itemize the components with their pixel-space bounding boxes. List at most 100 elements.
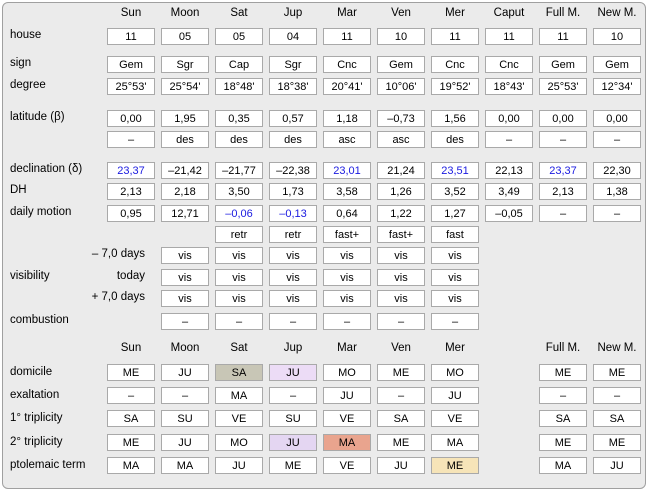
- cell-lat-dir-new-m: –: [593, 131, 641, 148]
- dignity-triplicity1-mar: VE: [323, 410, 371, 427]
- dignity-exaltation-mar: JU: [323, 387, 371, 404]
- dignity-label-domicile: domicile: [10, 366, 53, 378]
- column-header-mer: Mer: [445, 7, 465, 19]
- cell-daily-motion-full-m: –: [539, 205, 587, 222]
- dignity-triplicity2-full-m: ME: [539, 434, 587, 451]
- cell-lat-dir-moon: des: [161, 131, 209, 148]
- dignity-domicile-mer: MO: [431, 364, 479, 381]
- column-header-full-m: Full M.: [545, 7, 581, 19]
- cell-lat-dir-caput: –: [485, 131, 533, 148]
- column-header-ven: Ven: [391, 7, 411, 19]
- cell-combustion-mar: –: [323, 313, 371, 330]
- cell-degree-sun: 25°53': [107, 78, 155, 95]
- cell-combustion-moon: –: [161, 313, 209, 330]
- cell-latitude-sat: 0,35: [215, 110, 263, 127]
- cell-sign-ven: Gem: [377, 56, 425, 73]
- cell-declination-ven: 21,24: [377, 162, 425, 179]
- visibility-sublabel-0: – 7,0 days: [91, 248, 145, 260]
- dignity-triplicity2-ven: ME: [377, 434, 425, 451]
- dignity-domicile-sun: ME: [107, 364, 155, 381]
- row-label-sign: sign: [10, 57, 32, 69]
- dignity-triplicity1-jup: SU: [269, 410, 317, 427]
- cell-daily-motion-sun: 0,95: [107, 205, 155, 222]
- cell-motion-state-sat: retr: [215, 226, 263, 243]
- cell-sign-sun: Gem: [107, 56, 155, 73]
- cell-latitude-full-m: 0,00: [539, 110, 587, 127]
- cell-vis-plus-sat: vis: [215, 290, 263, 307]
- dignity-triplicity2-new-m: ME: [593, 434, 641, 451]
- cell-sign-full-m: Gem: [539, 56, 587, 73]
- row-label-latitude: latitude (β): [10, 111, 65, 123]
- cell-house-mer: 11: [431, 28, 479, 45]
- cell-vis-today-moon: vis: [161, 269, 209, 286]
- dignity-term-new-m: JU: [593, 457, 641, 474]
- cell-vis-plus-moon: vis: [161, 290, 209, 307]
- dignity-term-mar: VE: [323, 457, 371, 474]
- cell-lat-dir-full-m: –: [539, 131, 587, 148]
- cell-dh-new-m: 1,38: [593, 183, 641, 200]
- dignity-triplicity1-new-m: SA: [593, 410, 641, 427]
- dignity-label-triplicity2: 2° triplicity: [10, 436, 63, 448]
- cell-vis-plus-jup: vis: [269, 290, 317, 307]
- visibility-sublabel-1: today: [116, 270, 145, 282]
- cell-degree-ven: 10°06': [377, 78, 425, 95]
- cell-declination-moon: –21,42: [161, 162, 209, 179]
- cell-latitude-moon: 1,95: [161, 110, 209, 127]
- cell-house-sun: 11: [107, 28, 155, 45]
- cell-dh-sun: 2,13: [107, 183, 155, 200]
- dignity-triplicity2-sun: ME: [107, 434, 155, 451]
- cell-latitude-jup: 0,57: [269, 110, 317, 127]
- dignity-term-full-m: MA: [539, 457, 587, 474]
- cell-vis-minus-moon: vis: [161, 247, 209, 264]
- cell-sign-sat: Cap: [215, 56, 263, 73]
- dignity-exaltation-jup: –: [269, 387, 317, 404]
- cell-daily-motion-caput: –0,05: [485, 205, 533, 222]
- dignity-exaltation-moon: –: [161, 387, 209, 404]
- cell-declination-mar: 23,01: [323, 162, 371, 179]
- cell-house-full-m: 11: [539, 28, 587, 45]
- cell-dh-moon: 2,18: [161, 183, 209, 200]
- cell-lat-dir-mar: asc: [323, 131, 371, 148]
- cell-latitude-new-m: 0,00: [593, 110, 641, 127]
- cell-lat-dir-mer: des: [431, 131, 479, 148]
- cell-combustion-ven: –: [377, 313, 425, 330]
- cell-vis-minus-mar: vis: [323, 247, 371, 264]
- cell-vis-minus-sat: vis: [215, 247, 263, 264]
- column-header-sat: Sat: [230, 7, 248, 19]
- cell-degree-jup: 18°38': [269, 78, 317, 95]
- dignity-exaltation-sun: –: [107, 387, 155, 404]
- column-header-mar: Mar: [337, 7, 357, 19]
- cell-vis-minus-ven: vis: [377, 247, 425, 264]
- dignity-domicile-moon: JU: [161, 364, 209, 381]
- dignity-domicile-ven: ME: [377, 364, 425, 381]
- cell-declination-jup: –22,38: [269, 162, 317, 179]
- dignity-triplicity1-sun: SA: [107, 410, 155, 427]
- dignity-domicile-new-m: ME: [593, 364, 641, 381]
- dignity-term-ven: JU: [377, 457, 425, 474]
- cell-degree-full-m: 25°53': [539, 78, 587, 95]
- dignity-header-jup: Jup: [283, 342, 303, 354]
- cell-vis-today-sat: vis: [215, 269, 263, 286]
- dignity-triplicity1-full-m: SA: [539, 410, 587, 427]
- cell-vis-minus-jup: vis: [269, 247, 317, 264]
- column-header-new-m: New M.: [597, 7, 637, 19]
- dignity-header-mer: Mer: [445, 342, 465, 354]
- dignity-header-moon: Moon: [170, 342, 200, 354]
- dignity-domicile-mar: MO: [323, 364, 371, 381]
- column-header-moon: Moon: [170, 7, 200, 19]
- dignity-exaltation-sat: MA: [215, 387, 263, 404]
- cell-combustion-jup: –: [269, 313, 317, 330]
- dignity-label-triplicity1: 1° triplicity: [10, 412, 63, 424]
- dignity-term-sat: JU: [215, 457, 263, 474]
- cell-combustion-sat: –: [215, 313, 263, 330]
- dignity-domicile-full-m: ME: [539, 364, 587, 381]
- row-label-degree: degree: [10, 79, 46, 91]
- cell-house-moon: 05: [161, 28, 209, 45]
- cell-vis-minus-mer: vis: [431, 247, 479, 264]
- cell-vis-today-ven: vis: [377, 269, 425, 286]
- dignity-triplicity2-moon: JU: [161, 434, 209, 451]
- cell-dh-caput: 3,49: [485, 183, 533, 200]
- cell-lat-dir-jup: des: [269, 131, 317, 148]
- cell-sign-mer: Cnc: [431, 56, 479, 73]
- cell-daily-motion-ven: 1,22: [377, 205, 425, 222]
